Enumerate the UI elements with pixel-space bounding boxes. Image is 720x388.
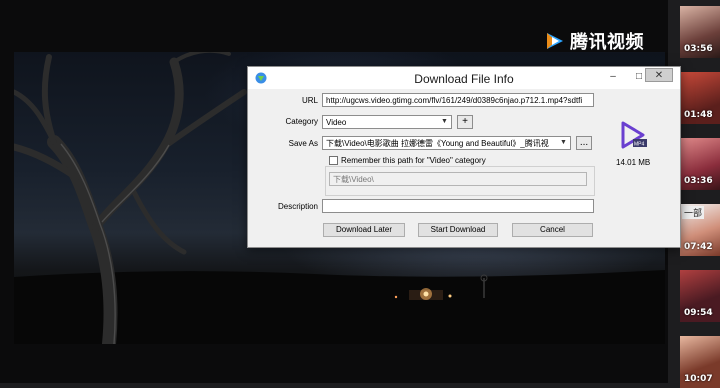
playlist-thumbnail[interactable]: 03:36 <box>680 138 720 190</box>
chevron-down-icon: ▼ <box>441 118 448 125</box>
file-size: 14.01 MB <box>616 158 651 167</box>
minimize-button[interactable]: – <box>600 67 626 85</box>
thumbnail-duration: 07:42 <box>684 242 713 252</box>
start-download-button[interactable]: Start Download <box>418 223 498 237</box>
thumbnail-duration: 01:48 <box>684 110 713 120</box>
add-category-button[interactable]: + <box>457 115 473 129</box>
category-select[interactable]: Video ▼ <box>322 115 452 129</box>
svg-text:MP4: MP4 <box>634 142 645 148</box>
playlist-thumbnail[interactable]: 03:56 <box>680 6 720 58</box>
cancel-button[interactable]: Cancel <box>512 223 593 237</box>
description-label: Description <box>277 202 318 211</box>
remember-path-checkbox[interactable] <box>329 156 338 165</box>
tencent-video-logo: 腾讯视频 <box>544 28 644 54</box>
category-value: Video <box>326 118 347 127</box>
tencent-play-icon <box>547 33 563 49</box>
playlist-thumbnail[interactable]: 10:07 <box>680 336 720 388</box>
thumbnail-duration: 03:56 <box>684 44 713 54</box>
playlist-strip: 03:56 01:48 03:36 一部 07:42 09:54 10:07 <box>680 0 720 388</box>
thumbnail-duration: 09:54 <box>684 308 713 318</box>
category-label: Category <box>285 117 318 126</box>
playlist-thumbnail[interactable]: 一部 07:42 <box>680 204 720 256</box>
remember-path-label: Remember this path for "Video" category <box>341 156 541 165</box>
browse-button[interactable]: ... <box>576 136 592 150</box>
save-as-select[interactable]: 下载\Video\电影歌曲 拉娜德雷《Young and Beautiful》_… <box>322 136 571 150</box>
save-as-value: 下载\Video\电影歌曲 拉娜德雷《Young and Beautiful》_… <box>326 139 549 148</box>
dialog-titlebar[interactable]: Download File Info – □ <box>248 67 680 89</box>
close-button[interactable]: ✕ <box>645 68 673 82</box>
thumbnail-duration: 03:36 <box>684 176 713 186</box>
brand-name: 腾讯视频 <box>570 32 644 53</box>
playlist-thumbnail[interactable]: 01:48 <box>680 72 720 124</box>
playlist-thumbnail[interactable]: 09:54 <box>680 270 720 322</box>
thumbnail-caption: 一部 <box>682 206 705 219</box>
url-field[interactable]: http://ugcws.video.gtimg.com/flv/161/249… <box>322 93 594 107</box>
remember-path-field: 下载\Video\ <box>329 172 587 186</box>
description-field[interactable] <box>322 199 594 213</box>
download-later-button[interactable]: Download Later <box>323 223 405 237</box>
save-as-label: Save As <box>288 139 318 148</box>
video-file-icon: MP4 <box>621 121 647 149</box>
url-label: URL <box>301 96 318 105</box>
chevron-down-icon: ▼ <box>560 139 567 146</box>
